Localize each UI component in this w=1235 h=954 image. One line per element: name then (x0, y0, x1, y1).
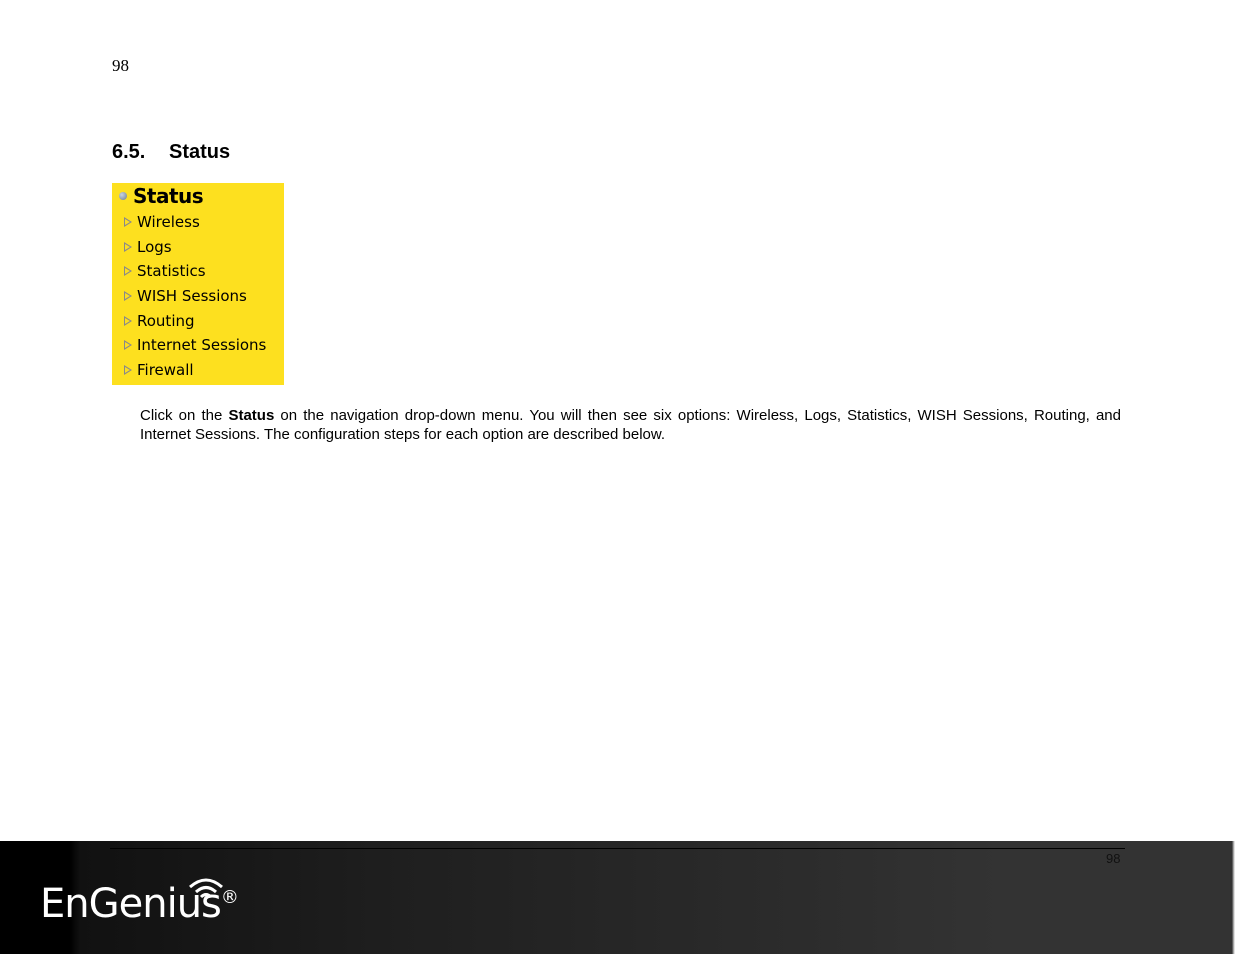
menu-item-firewall[interactable]: Firewall (124, 361, 194, 379)
page-number-footer: 98 (1106, 851, 1121, 866)
section-number: 6.5. (112, 141, 146, 163)
menu-item-label: Statistics (137, 262, 206, 280)
menu-item-label: Routing (137, 312, 195, 330)
section-heading: 6.5. Status (112, 141, 230, 164)
brand-name: EnGenius (40, 881, 222, 927)
menu-item-routing[interactable]: Routing (124, 312, 195, 330)
status-menu-screenshot: Status Wireless Logs Statistics WISH Ses… (112, 183, 284, 385)
menu-item-label: WISH Sessions (137, 287, 247, 305)
triangle-right-icon (124, 340, 132, 350)
triangle-right-icon (124, 266, 132, 276)
section-title: Status (169, 141, 231, 163)
triangle-right-icon (124, 291, 132, 301)
menu-title-label: Status (133, 184, 204, 208)
menu-item-label: Internet Sessions (137, 336, 267, 354)
engenius-logo: EnGenius® (40, 881, 239, 927)
menu-item-statistics[interactable]: Statistics (124, 262, 206, 280)
bullet-icon (119, 192, 127, 200)
triangle-right-icon (124, 365, 132, 375)
page-number-top: 98 (112, 56, 129, 75)
menu-item-label: Logs (137, 238, 172, 256)
triangle-right-icon (124, 217, 132, 227)
menu-item-label: Wireless (137, 213, 200, 231)
body-text-bold: Status (228, 407, 275, 424)
menu-item-internet-sessions[interactable]: Internet Sessions (124, 336, 266, 354)
body-text-end: on the navigation drop-down menu. You wi… (140, 407, 1121, 443)
menu-item-label: Firewall (137, 361, 194, 379)
menu-title[interactable]: Status (119, 184, 204, 208)
page-footer: 98 EnGenius® (0, 841, 1235, 954)
body-paragraph: Click on the Status on the navigation dr… (140, 406, 1121, 444)
registered-mark: ® (220, 887, 239, 908)
body-text-start: Click on the (140, 407, 229, 424)
menu-item-wish-sessions[interactable]: WISH Sessions (124, 287, 247, 305)
menu-item-wireless[interactable]: Wireless (124, 213, 200, 231)
footer-divider (110, 848, 1125, 849)
triangle-right-icon (124, 242, 132, 252)
triangle-right-icon (124, 316, 132, 326)
menu-item-logs[interactable]: Logs (124, 238, 172, 256)
